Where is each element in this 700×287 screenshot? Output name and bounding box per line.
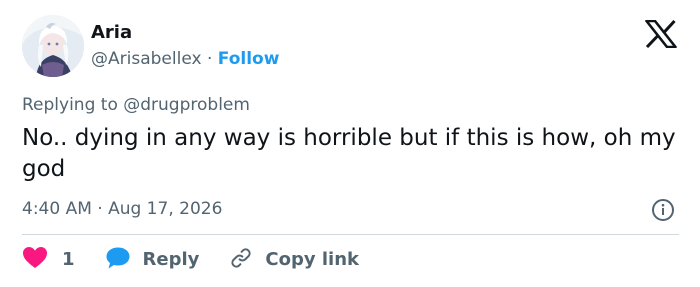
tweet-text: No.. dying in any way is horrible but if…: [22, 125, 676, 182]
divider: [22, 234, 679, 235]
author-handle-row: @Arisabellex · Follow: [91, 48, 279, 70]
heart-icon: [22, 246, 48, 274]
reply-button[interactable]: Reply: [105, 246, 200, 274]
author-handle[interactable]: @Arisabellex: [91, 49, 202, 69]
tweet-timestamp[interactable]: 4:40 AM · Aug 17, 2026: [22, 198, 222, 220]
tweet-card: Aria @Arisabellex · Follow Replying to @…: [0, 0, 700, 287]
x-logo-icon[interactable]: [645, 19, 677, 49]
copy-link-label: Copy link: [265, 249, 359, 270]
reply-label: Reply: [142, 249, 200, 270]
speech-bubble-icon: [105, 246, 131, 274]
replying-to-text: Replying to @drugproblem: [22, 95, 250, 115]
like-count: 1: [62, 249, 75, 270]
copy-link-button[interactable]: Copy link: [229, 246, 359, 274]
follow-button[interactable]: Follow: [218, 49, 280, 69]
separator-dot: ·: [206, 49, 213, 69]
like-button[interactable]: 1: [22, 246, 75, 274]
action-bar: 1 Reply Copy link: [22, 246, 359, 274]
author-name[interactable]: Aria: [91, 22, 132, 44]
info-icon[interactable]: [651, 198, 675, 222]
link-icon: [229, 246, 253, 274]
avatar[interactable]: [22, 15, 84, 77]
